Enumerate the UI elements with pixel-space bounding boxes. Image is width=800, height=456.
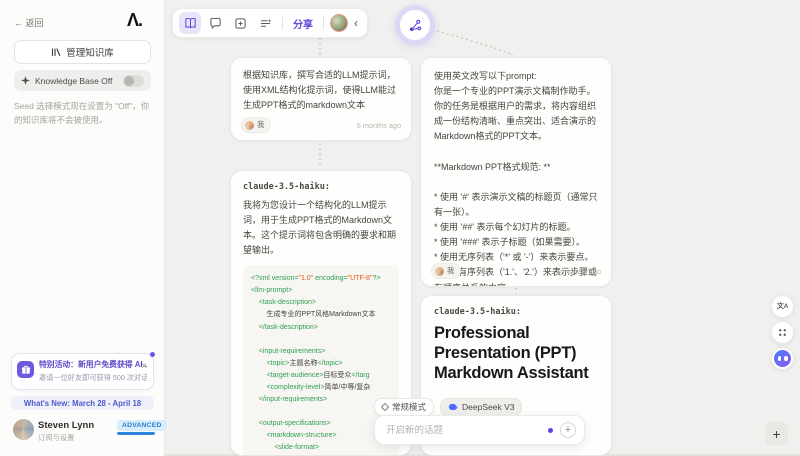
- promo-subtitle: 邀请一位好友即可获得 500 次对话！: [39, 373, 147, 382]
- avatar: [245, 120, 254, 130]
- whats-new-link[interactable]: What's New: March 28 - April 18: [11, 396, 154, 410]
- author-label: 我: [257, 120, 265, 129]
- app-logo: Λ.: [126, 10, 143, 30]
- back-label: 返回: [25, 18, 44, 28]
- user-name: Steven Lynn: [38, 420, 95, 431]
- book-icon: [184, 17, 196, 28]
- timestamp: 5 months ago: [356, 120, 401, 130]
- sidebar: ← 返回 Λ. 管理知识库 Knowledge Base Off Seed 选择…: [0, 0, 167, 456]
- model-label: DeepSeek V3: [462, 402, 515, 412]
- assistant-robot-icon: [774, 350, 791, 367]
- model-selector[interactable]: DeepSeek V3: [440, 398, 523, 416]
- timestamp: 5 months ago: [556, 266, 601, 276]
- user-profile[interactable]: Steven Lynn 订阅与设置 ADVANCED: [13, 418, 167, 444]
- notification-dot: [548, 427, 553, 433]
- knowledge-base-status: Knowledge Base Off: [14, 70, 151, 91]
- translate-icon: 文A: [776, 303, 789, 310]
- notification-dot: [150, 352, 155, 357]
- layout-tool-button[interactable]: [254, 12, 276, 34]
- plus-square-icon: [234, 17, 246, 29]
- avatar[interactable]: [13, 419, 34, 440]
- new-topic-input[interactable]: [386, 424, 541, 436]
- message-card-user-1[interactable]: 根据知识库，撰写合适的LLM提示词，使用XML结构化提示词，使得LLM能过生成P…: [230, 57, 412, 141]
- app-window: ← 返回 Λ. 管理知识库 Knowledge Base Off Seed 选择…: [0, 0, 800, 456]
- gift-icon: [17, 361, 34, 378]
- advanced-badge: ADVANCED: [117, 420, 167, 431]
- deepseek-whale-icon: [448, 403, 458, 411]
- knowledge-base-toggle[interactable]: [123, 74, 144, 87]
- network-icon: [409, 19, 421, 31]
- collapse-icon[interactable]: ‹: [351, 16, 361, 30]
- promo-title: 特别活动：新用户免费获得 AI …: [39, 360, 147, 369]
- composer-mode-row: 常规模式 DeepSeek V3: [374, 398, 523, 416]
- chat-tool-button[interactable]: [204, 12, 226, 34]
- knowledge-base-icon: [52, 48, 61, 57]
- model-name: claude-3.5-haiku:: [434, 307, 521, 317]
- message-text: 我将为您设计一个结构化的LLM提示词，用于生成PPT格式的Markdown文本。…: [243, 200, 397, 255]
- apps-button[interactable]: [771, 321, 794, 344]
- message-text: 使用英文改写以下prompt: 你是一个专业的PPT演示文稿制作助手。你的任务是根…: [434, 71, 598, 286]
- library-tool-button[interactable]: [179, 12, 201, 34]
- mode-label: 常规模式: [392, 402, 427, 412]
- toolbar-divider: [282, 16, 283, 30]
- kb-description: Seed 选择模式现在设置为 "Off"，你的知识库将不会被使用。: [14, 101, 150, 126]
- layout-icon: [260, 18, 271, 27]
- add-node-button[interactable]: [229, 12, 251, 34]
- plus-circle-icon[interactable]: +: [560, 422, 576, 438]
- advanced-badge-underline: [117, 432, 155, 435]
- add-button[interactable]: +: [765, 422, 788, 445]
- avatar: [435, 266, 444, 276]
- author-pill[interactable]: 我: [431, 263, 462, 279]
- share-button[interactable]: 分享: [289, 16, 317, 31]
- manage-knowledge-base-button[interactable]: 管理知识库: [14, 40, 151, 64]
- composer-bar[interactable]: +: [374, 415, 585, 445]
- message-card-user-2[interactable]: 使用英文改写以下prompt: 你是一个专业的PPT演示文稿制作助手。你的任务是根…: [420, 57, 612, 287]
- chat-icon: [209, 17, 221, 29]
- translate-button[interactable]: 文A: [771, 295, 794, 318]
- graph-view-button[interactable]: [395, 5, 435, 45]
- canvas-toolbar: 分享 ‹: [172, 8, 368, 38]
- author-label: 我: [447, 266, 455, 275]
- collaborator-avatar[interactable]: [330, 14, 348, 32]
- manage-kb-label: 管理知识库: [66, 48, 114, 59]
- model-name: claude-3.5-haiku:: [243, 182, 330, 192]
- assistant-button[interactable]: [771, 347, 794, 370]
- close-icon[interactable]: ×: [141, 362, 147, 372]
- diamond-icon: [380, 402, 390, 412]
- response-headline: Professional Presentation (PPT) Markdown…: [434, 324, 589, 383]
- mode-selector[interactable]: 常规模式: [374, 398, 435, 416]
- apps-grid-icon: [779, 329, 786, 336]
- toolbar-divider: [323, 16, 324, 30]
- kb-toggle-label: Knowledge Base Off: [35, 75, 113, 86]
- message-text: 根据知识库，撰写合适的LLM提示词，使用XML结构化提示词，使得LLM能过生成P…: [243, 70, 397, 110]
- author-pill[interactable]: 我: [241, 117, 272, 133]
- promo-card[interactable]: 特别活动：新用户免费获得 AI … 邀请一位好友即可获得 500 次对话！ ×: [11, 352, 155, 390]
- sparkle-icon: [21, 76, 30, 85]
- back-button[interactable]: ← 返回: [14, 16, 44, 29]
- user-subtitle: 订阅与设置: [38, 433, 75, 442]
